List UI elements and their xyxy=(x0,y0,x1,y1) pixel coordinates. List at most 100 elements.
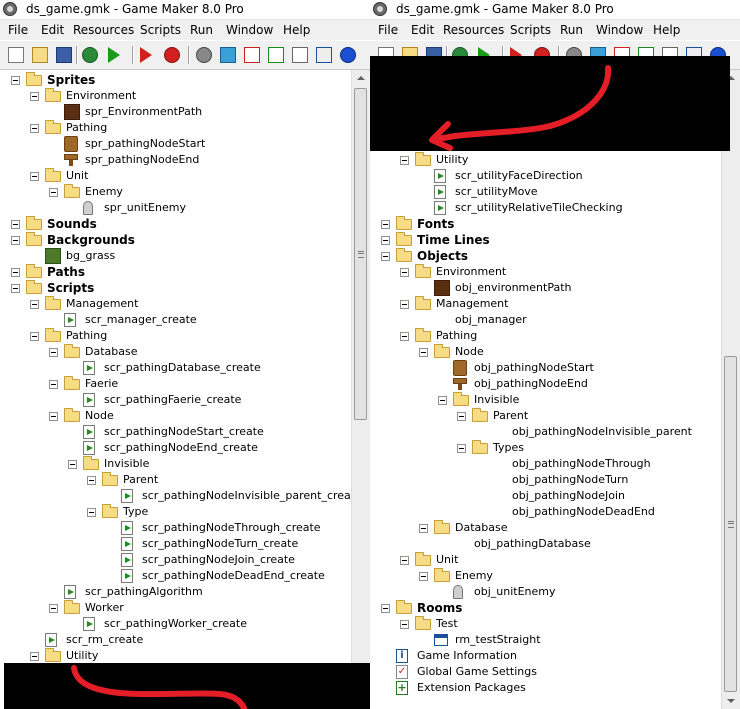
tree-item[interactable]: scr_pathingNodeInvisible_parent_create xyxy=(0,488,362,504)
tree-folder[interactable]: Sprites xyxy=(0,72,352,88)
tree-item[interactable]: bg_grass xyxy=(0,248,352,264)
vertical-scrollbar[interactable] xyxy=(351,70,370,709)
tree-item[interactable]: obj_pathingNodeEnd xyxy=(370,376,722,392)
tree-folder[interactable]: Faerie xyxy=(0,376,352,392)
tree-folder[interactable]: Time Lines xyxy=(370,232,722,248)
collapse-toggle-icon[interactable] xyxy=(400,268,409,277)
tree-item[interactable]: scr_pathingFaerie_create xyxy=(0,392,352,408)
tree-folder[interactable]: Worker xyxy=(0,600,352,616)
collapse-toggle-icon[interactable] xyxy=(438,396,447,405)
collapse-toggle-icon[interactable] xyxy=(419,348,428,357)
tree-item[interactable]: scr_utilityMove xyxy=(370,184,722,200)
tree-item[interactable]: scr_pathingNodeJoin_create xyxy=(0,552,352,568)
scroll-up-arrow[interactable] xyxy=(352,70,370,87)
vertical-scrollbar[interactable] xyxy=(721,70,740,709)
tree-folder[interactable]: Node xyxy=(370,344,722,360)
add-script-icon[interactable] xyxy=(268,47,284,63)
tree-item[interactable]: scr_utilityRelativeTileChecking xyxy=(370,200,722,216)
tree-item[interactable]: scr_rm_create xyxy=(0,632,352,648)
tree-folder[interactable]: Pathing xyxy=(370,328,722,344)
tree-item[interactable]: spr_unitEnemy xyxy=(0,200,352,216)
collapse-toggle-icon[interactable] xyxy=(419,524,428,533)
tree-item[interactable]: rm_testStraight xyxy=(370,632,722,648)
expand-toggle-icon[interactable] xyxy=(11,220,20,229)
scroll-down-arrow[interactable] xyxy=(722,692,740,709)
tree-item[interactable]: obj_pathingNodeThrough xyxy=(370,456,722,472)
tree-item[interactable]: ✓ Global Game Settings xyxy=(370,664,722,680)
tree-folder[interactable]: Types xyxy=(370,440,722,456)
tree-item[interactable]: i Game Information xyxy=(370,648,722,664)
tree-folder[interactable]: Unit xyxy=(370,552,722,568)
collapse-toggle-icon[interactable] xyxy=(400,556,409,565)
tree-folder[interactable]: Paths xyxy=(0,264,352,280)
tree-folder[interactable]: Objects xyxy=(370,248,722,264)
menu-edit[interactable]: Edit xyxy=(41,23,64,37)
menu-file[interactable]: File xyxy=(8,23,28,37)
collapse-toggle-icon[interactable] xyxy=(30,300,39,309)
tree-folder[interactable]: Test xyxy=(370,616,722,632)
add-sound-icon[interactable] xyxy=(196,47,212,63)
run-debug-icon[interactable] xyxy=(140,47,152,63)
collapse-toggle-icon[interactable] xyxy=(30,124,39,133)
tree-item[interactable]: obj_pathingNodeTurn xyxy=(370,472,722,488)
resource-tree[interactable]: Sprites Environment spr_EnvironmentPath Pat… xyxy=(0,70,362,709)
collapse-toggle-icon[interactable] xyxy=(11,284,20,293)
tree-item[interactable]: obj_pathingNodeStart xyxy=(370,360,722,376)
menu-help[interactable]: Help xyxy=(653,23,680,37)
collapse-toggle-icon[interactable] xyxy=(419,572,428,581)
collapse-toggle-icon[interactable] xyxy=(49,188,58,197)
menu-file[interactable]: File xyxy=(378,23,398,37)
tree-folder[interactable]: Backgrounds xyxy=(0,232,352,248)
tree-folder[interactable]: Parent xyxy=(0,472,352,488)
tree-folder[interactable]: Scripts xyxy=(0,280,352,296)
tree-item[interactable]: spr_pathingNodeEnd xyxy=(0,152,352,168)
open-icon[interactable] xyxy=(32,47,48,63)
tree-folder[interactable]: Rooms xyxy=(370,600,722,616)
add-font-icon[interactable] xyxy=(292,47,308,63)
collapse-toggle-icon[interactable] xyxy=(87,508,96,517)
scroll-thumb[interactable] xyxy=(724,356,737,692)
tree-item[interactable]: obj_pathingNodeDeadEnd xyxy=(370,504,722,520)
collapse-toggle-icon[interactable] xyxy=(49,604,58,613)
tree-folder[interactable]: Pathing xyxy=(0,328,352,344)
tree-folder[interactable]: Invisible xyxy=(370,392,722,408)
tree-item[interactable]: scr_pathingDatabase_create xyxy=(0,360,352,376)
tree-item[interactable]: scr_pathingWorker_create xyxy=(0,616,352,632)
menu-resources[interactable]: Resources xyxy=(443,23,504,37)
collapse-toggle-icon[interactable] xyxy=(68,460,77,469)
add-path-icon[interactable] xyxy=(244,47,260,63)
tree-folder[interactable]: Pathing xyxy=(0,120,352,136)
collapse-toggle-icon[interactable] xyxy=(49,412,58,421)
tree-folder[interactable]: Node xyxy=(0,408,352,424)
expand-toggle-icon[interactable] xyxy=(381,220,390,229)
menu-edit[interactable]: Edit xyxy=(411,23,434,37)
tree-folder[interactable]: Database xyxy=(370,520,722,536)
tree-folder[interactable]: Environment xyxy=(370,264,722,280)
tree-folder[interactable]: Enemy xyxy=(370,568,722,584)
tree-item[interactable]: scr_pathingNodeDeadEnd_create xyxy=(0,568,352,584)
collapse-toggle-icon[interactable] xyxy=(400,620,409,629)
tree-item[interactable]: obj_pathingDatabase xyxy=(370,536,722,552)
tree-item[interactable]: obj_environmentPath xyxy=(370,280,722,296)
add-sprite-icon[interactable] xyxy=(164,47,180,63)
scroll-thumb[interactable] xyxy=(354,88,367,420)
tree-item[interactable]: obj_pathingNodeInvisible_parent xyxy=(370,424,722,440)
collapse-toggle-icon[interactable] xyxy=(30,332,39,341)
tree-folder[interactable]: Environment xyxy=(0,88,352,104)
tree-folder[interactable]: Management xyxy=(0,296,352,312)
run-icon[interactable] xyxy=(108,47,120,63)
collapse-toggle-icon[interactable] xyxy=(30,92,39,101)
menu-scripts[interactable]: Scripts xyxy=(510,23,551,37)
collapse-toggle-icon[interactable] xyxy=(87,476,96,485)
collapse-toggle-icon[interactable] xyxy=(49,348,58,357)
tree-item[interactable]: scr_utilityFaceDirection xyxy=(370,168,722,184)
add-object-icon[interactable] xyxy=(340,47,356,63)
collapse-toggle-icon[interactable] xyxy=(400,332,409,341)
tree-folder[interactable]: Type xyxy=(0,504,352,520)
menu-run[interactable]: Run xyxy=(560,23,583,37)
tree-item[interactable]: spr_EnvironmentPath xyxy=(0,104,352,120)
publish-icon[interactable] xyxy=(82,47,98,63)
collapse-toggle-icon[interactable] xyxy=(457,444,466,453)
tree-item[interactable]: scr_pathingAlgorithm xyxy=(0,584,352,600)
collapse-toggle-icon[interactable] xyxy=(49,380,58,389)
